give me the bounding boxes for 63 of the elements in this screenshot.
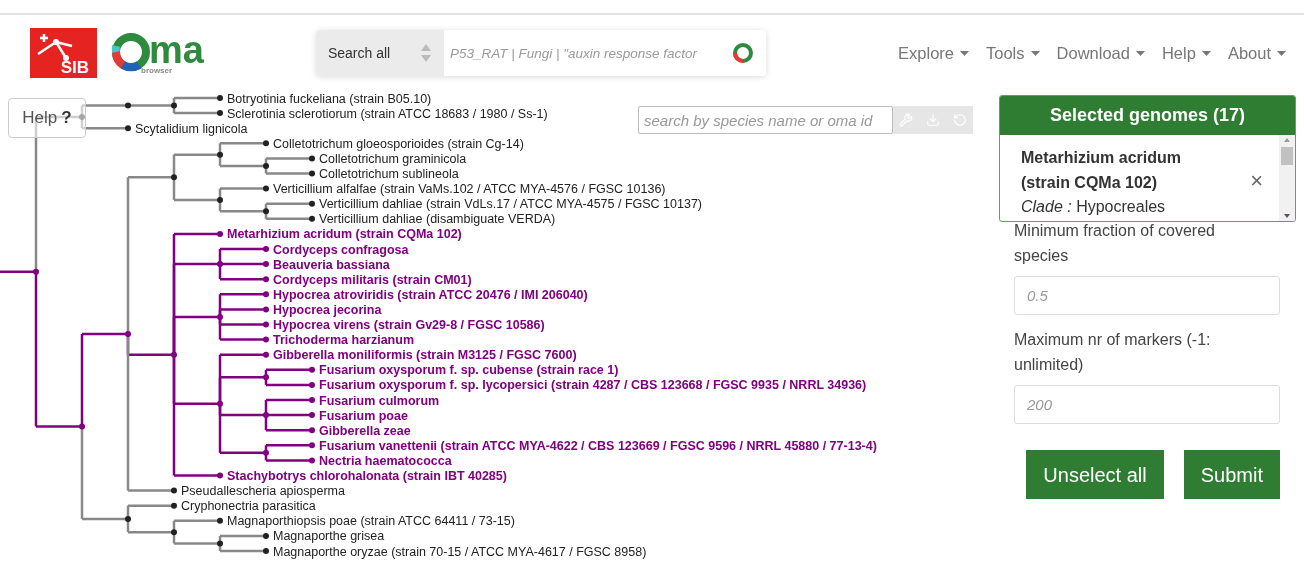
action-button[interactable]: Unselect all	[1026, 450, 1164, 499]
up-down-arrows-icon	[419, 43, 432, 63]
species-label[interactable]: Magnaporthiopsis poae (strain ATCC 64411 / 73-15)	[227, 514, 515, 529]
species-label[interactable]: Nectria haematococca	[319, 453, 452, 468]
species-label[interactable]: Cordyceps confragosa	[273, 242, 409, 257]
clade-text: Clade : Hypocreales	[1021, 198, 1166, 215]
nav-menu[interactable]: About	[1227, 40, 1286, 66]
species-label[interactable]: Scytalidium lignicola	[135, 121, 248, 136]
nav-menu[interactable]: Download	[1056, 40, 1145, 66]
species-label[interactable]: Hypocrea virens (strain Gv29-8 / FGSC 10586)	[273, 318, 545, 332]
species-label[interactable]: Magnaporthe oryzae (strain 70-15 / ATCC MYA-4617 / FGSC 8958)	[273, 544, 647, 559]
species-label[interactable]: Fusarium poae	[319, 408, 408, 423]
caret-icon	[960, 50, 969, 56]
species-label[interactable]: Verticillium alfalfae (strain VaMs.102 / ATCC MYA-4576 / FGSC 10136)	[273, 182, 666, 197]
species-label[interactable]: Colletotrichum gloeosporioides (strain Cg-14)	[273, 136, 524, 151]
species-label[interactable]: Hypocrea jecorina	[273, 302, 382, 317]
species-label[interactable]: Trichoderma harzianum	[273, 333, 414, 348]
species-label[interactable]: Fusarium oxysporum f. sp. cubense (strain race 1)	[319, 363, 619, 378]
species-label[interactable]: Metarhizium acridum (strain CQMa 102)	[227, 227, 462, 242]
download-icon[interactable]	[926, 113, 940, 127]
species-search-field[interactable]: search by species name or oma id	[638, 106, 893, 134]
species-label[interactable]: Fusarium oxysporum f. sp. lycopersici (strain 4287 / CBS 123668 / FGSC 9935 / NRRL 34936)	[319, 378, 867, 393]
question-mark-icon: ?	[61, 105, 72, 131]
panel-header: Selected genomes (17)	[1000, 96, 1295, 135]
species-label[interactable]: Botryotinia fuckeliana (strain B05.10)	[227, 91, 432, 106]
sib-logo[interactable]: SIB	[30, 28, 97, 78]
species-label[interactable]: Cryphonectria parasitica	[181, 499, 316, 514]
caret-icon	[1135, 50, 1145, 56]
species-label[interactable]: Gibberella moniliformis (strain M3125 / FGSC 7600)	[273, 348, 577, 363]
caret-icon	[1201, 50, 1211, 56]
field-label: Maximum nr of markers (-1: unlimited)	[1014, 330, 1212, 375]
help-button[interactable]: Help ?	[8, 98, 86, 138]
species-label[interactable]: Colletotrichum sublineola	[319, 167, 459, 181]
number-field[interactable]: 200	[1014, 385, 1280, 424]
caret-icon	[1277, 50, 1286, 56]
species-label[interactable]: Fusarium vanettenii (strain ATCC MYA-4622 / CBS 123669 / FGSC 9596 / NRRL 45880 / 77-13-4)	[319, 438, 877, 453]
genome-name: Metarhizium acridum (strain CQMa 102)	[1021, 148, 1183, 193]
wrench-icon[interactable]	[899, 113, 914, 127]
species-label[interactable]: Cordyceps militaris (strain CM01)	[273, 272, 472, 287]
caret-icon	[1030, 50, 1040, 56]
ring-logo-icon	[731, 42, 754, 64]
field-label: Minimum fraction of covered species	[1014, 221, 1216, 266]
species-label[interactable]: Colletotrichum graminicola	[319, 151, 467, 166]
species-label[interactable]: Stachybotrys chlorohalonata (strain IBT 40285)	[227, 469, 507, 483]
species-label[interactable]: Verticillium dahliae (strain VdLs.17 / ATCC MYA-4575 / FGSC 10137)	[319, 197, 703, 212]
species-label[interactable]: Verticillium dahliae (disambiguate VERDA)	[319, 212, 556, 227]
nav-menu[interactable]: Tools	[986, 40, 1040, 66]
species-label[interactable]: Magnaporthe grisea	[273, 529, 385, 544]
action-button[interactable]: Submit	[1183, 450, 1280, 499]
search-field[interactable]: P53_RAT | Fungi | "auxin response factor	[443, 30, 732, 76]
species-label[interactable]: Gibberella zeae	[319, 423, 411, 438]
species-label[interactable]: Fusarium culmorum	[319, 393, 440, 408]
number-field[interactable]: 0.5	[1014, 276, 1280, 315]
remove-button[interactable]: ×	[1250, 170, 1263, 192]
species-label[interactable]: Pseudallescheria apiosperma	[181, 484, 345, 499]
nav-menu[interactable]: Help	[1161, 40, 1211, 66]
species-label[interactable]: Hypocrea atroviridis (strain ATCC 20476 / IMI 206040)	[273, 287, 588, 302]
undo-icon[interactable]	[952, 113, 967, 127]
scrollbar-thumb[interactable]	[1281, 147, 1293, 165]
species-label[interactable]: Sclerotinia sclerotiorum (strain ATCC 18683 / 1980 / Ss-1)	[227, 106, 548, 121]
search-scope-select[interactable]: Search all	[315, 30, 444, 76]
species-label[interactable]: Beauveria bassiana	[273, 257, 390, 272]
nav-menu[interactable]: Explore	[898, 40, 969, 66]
